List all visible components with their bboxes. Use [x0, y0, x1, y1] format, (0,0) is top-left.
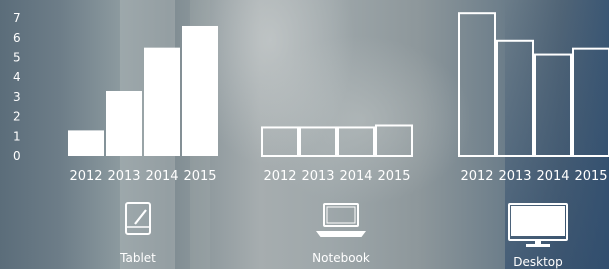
y-tick-label: 4 [13, 70, 21, 84]
x-tick-label: 2013 [107, 169, 140, 184]
bar-tablet-2015 [182, 25, 218, 157]
x-tick-label: 2014 [145, 169, 178, 184]
x-tick-label: 2015 [574, 169, 607, 184]
y-tick-label: 6 [13, 31, 21, 45]
device-label: Tablet [119, 251, 156, 265]
tablet-chart: 2012 2013 2014 2015 Tablet [68, 25, 218, 265]
y-tick-label: 5 [13, 51, 21, 65]
bar-desktop-2015 [572, 47, 609, 157]
bar-tablet-2014 [144, 47, 180, 156]
bar-tablet-2012 [68, 130, 104, 156]
notebook-icon [316, 203, 366, 237]
x-tick-label: 2013 [498, 169, 531, 184]
bar-notebook-2014 [337, 126, 375, 157]
desktop-icon [508, 203, 568, 247]
y-tick-label: 2 [13, 110, 21, 124]
y-tick-label: 7 [13, 11, 21, 25]
y-tick-label: 3 [13, 90, 21, 104]
y-tick-label: 0 [13, 149, 21, 163]
device-label: Desktop [513, 255, 563, 269]
device-label: Notebook [312, 251, 370, 265]
bar-desktop-2012 [458, 12, 496, 157]
bar-notebook-2013 [299, 126, 337, 157]
x-tick-label: 2014 [536, 169, 569, 184]
bar-desktop-2014 [534, 53, 572, 158]
x-tick-label: 2014 [339, 169, 372, 184]
x-tick-label: 2012 [263, 169, 296, 184]
notebook-chart: 2012 2013 2014 2015 Notebook [261, 124, 413, 265]
tablet-icon [125, 202, 151, 235]
x-tick-label: 2012 [460, 169, 493, 184]
x-tick-label: 2015 [183, 169, 216, 184]
x-tick-label: 2012 [69, 169, 102, 184]
bar-tablet-2013 [106, 90, 142, 156]
desktop-chart: 2012 2013 2014 2015 Desktop [458, 12, 609, 269]
bar-notebook-2015 [375, 124, 413, 158]
x-tick-label: 2015 [377, 169, 410, 184]
bar-notebook-2012 [261, 126, 299, 157]
device-sales-charts: 012345672012 2013 2014 2015Tablet2012 2013 20… [13, 11, 609, 269]
bar-desktop-2013 [496, 39, 534, 158]
y-tick-label: 1 [13, 129, 21, 143]
x-tick-label: 2013 [301, 169, 334, 184]
